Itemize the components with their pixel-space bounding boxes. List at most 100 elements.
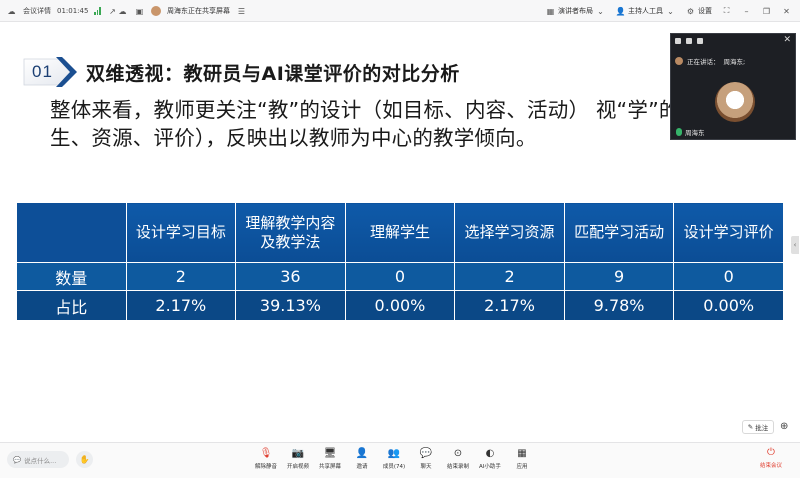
- tool-label: 开启视频: [286, 464, 309, 470]
- chevron-down-icon: ⌄: [597, 6, 604, 16]
- zoom-in-icon[interactable]: ⊕: [780, 421, 788, 432]
- table-cell: 39.13%: [235, 290, 346, 321]
- tool-label: 共享屏幕: [318, 464, 341, 470]
- tile-close-icon[interactable]: ✕: [783, 35, 791, 45]
- fullscreen-icon[interactable]: ⛶: [721, 6, 732, 17]
- annotate-button[interactable]: ✎ 批注: [742, 420, 774, 434]
- table-cell: 9: [563, 262, 675, 291]
- table-header-cell: 理解教学内容及教学法: [235, 202, 346, 263]
- chat-bubble-icon: 💬: [13, 455, 22, 464]
- invite-button[interactable]: 👤 邀请: [346, 447, 378, 477]
- close-icon[interactable]: ✕: [781, 6, 792, 17]
- tool-label: 邀请: [356, 464, 368, 470]
- table-cell: 0.00%: [673, 290, 784, 321]
- chat-icon: 💬: [419, 447, 433, 459]
- speaker-mini-avatar: [675, 57, 683, 65]
- gear-icon: ⚙: [686, 6, 695, 16]
- table-cell: 0: [673, 262, 784, 291]
- camera-off-icon: 📷: [291, 447, 305, 459]
- minimize-icon[interactable]: –: [741, 6, 752, 17]
- sharer-avatar: [151, 6, 161, 16]
- unmute-button[interactable]: 🎙 解除静音: [250, 447, 282, 477]
- raise-hand-button[interactable]: ✋: [76, 451, 93, 468]
- start-video-button[interactable]: 📷 开启视频: [282, 447, 314, 477]
- table-cell: 9.78%: [563, 290, 675, 321]
- network-signal-icon[interactable]: [94, 7, 101, 15]
- record-status-icon[interactable]: ▣: [134, 6, 145, 17]
- share-status-group: ☁ ▣ 周海东正在共享屏幕 ☰: [117, 0, 247, 22]
- pen-icon: ✎: [747, 423, 754, 431]
- host-tools-label: 主持人工具: [628, 7, 663, 15]
- video-tile[interactable]: ✕ 正在讲话： 周海东; 周海东: [670, 33, 796, 140]
- chevron-left-icon: ‹: [793, 241, 797, 249]
- bottom-toolbar: 💬 说点什么... ✋ 🎙 解除静音 📷 开启视频 🖥 共享屏幕 👤 邀请 👥 成员(74)…: [0, 442, 800, 478]
- tile-list-icon[interactable]: [697, 38, 703, 44]
- slide-number: 01: [32, 62, 53, 81]
- tool-label: 结束录制: [446, 464, 469, 470]
- invite-icon: 👤: [355, 447, 369, 459]
- side-panel-toggle[interactable]: ‹: [791, 236, 799, 254]
- end-meeting-button[interactable]: ⏻ 结束会议: [760, 447, 782, 469]
- chat-placeholder: 说点什么...: [24, 456, 57, 465]
- table-cell: 2: [454, 262, 565, 291]
- comparison-table: 设计学习目标 理解教学内容及教学法 理解学生 选择学习资源 匹配学习活动 设计学…: [16, 202, 784, 321]
- members-button[interactable]: 👥 成员(74): [378, 447, 410, 477]
- slide-title: 双维透视：教研员与AI课堂评价的对比分析: [86, 62, 460, 85]
- tile-layout-icon[interactable]: [686, 38, 692, 44]
- apps-icon: ▦: [517, 447, 527, 459]
- exit-icon: ⏻: [767, 447, 775, 458]
- table-header-cell: 设计学习目标: [125, 202, 237, 263]
- slide-title-group: 01 双维透视：教研员与AI课堂评价的对比分析: [20, 52, 460, 92]
- table-cell: 2.17%: [125, 290, 237, 321]
- stop-recording-button[interactable]: ⊙ 结束录制: [442, 447, 474, 477]
- row-label-percent: 占比: [16, 290, 127, 321]
- meeting-details-icon[interactable]: ☁: [6, 6, 17, 17]
- tool-label: 成员(74): [382, 464, 406, 470]
- cloud-icon[interactable]: ☁: [117, 6, 128, 17]
- layout-label: 演讲者布局: [558, 7, 593, 15]
- top-toolbar: ☁ 会议详情 01:01:45 ↗ ☁ ▣ 周海东正在共享屏幕 ☰ ▦ 演讲者布局…: [0, 0, 800, 22]
- meeting-details-link[interactable]: 会议详情: [23, 6, 51, 16]
- tool-label: 应用: [516, 464, 528, 470]
- chat-button[interactable]: 💬 聊天: [410, 447, 442, 477]
- meeting-timer: 01:01:45: [57, 7, 89, 15]
- tile-minimize-icon[interactable]: [675, 38, 681, 44]
- participant-avatar: [715, 82, 755, 122]
- settings-label: 设置: [698, 7, 712, 15]
- chat-quick-input[interactable]: 💬 说点什么...: [7, 451, 69, 468]
- table-header-cell: 匹配学习活动: [563, 202, 675, 263]
- layout-button[interactable]: ▦ 演讲者布局 ⌄: [545, 6, 606, 17]
- speaking-label: 正在讲话：: [687, 58, 720, 66]
- settings-button[interactable]: ⚙ 设置: [685, 6, 712, 17]
- members-icon: 👥: [387, 447, 401, 459]
- speaking-name: 周海东;: [723, 58, 746, 66]
- host-tools-button[interactable]: 👤 主持人工具 ⌄: [615, 6, 676, 17]
- restore-icon[interactable]: ❐: [761, 6, 772, 17]
- share-screen-icon: 🖥: [323, 447, 337, 459]
- share-menu-icon[interactable]: ☰: [236, 6, 247, 17]
- row-label-count: 数量: [16, 262, 127, 291]
- window-controls-group: ▦ 演讲者布局 ⌄ 👤 主持人工具 ⌄ ⚙ 设置 ⛶ – ❐ ✕: [545, 0, 792, 22]
- table-row: 占比 2.17% 39.13% 0.00% 2.17% 9.78% 0.00%: [16, 290, 784, 321]
- chevron-down-icon: ⌄: [667, 6, 674, 16]
- table-cell: 2: [125, 262, 237, 291]
- table-cell: 36: [235, 262, 346, 291]
- table-cell: 0.00%: [344, 290, 456, 321]
- meeting-info-group: ☁ 会议详情 01:01:45 ↗: [6, 0, 118, 22]
- speaking-indicator: 正在讲话： 周海东;: [675, 56, 745, 66]
- share-status-text: 周海东正在共享屏幕: [167, 7, 230, 15]
- table-row: 数量 2 36 0 2 9 0: [16, 262, 784, 291]
- annotate-label: 批注: [755, 424, 769, 432]
- slide-summary: 整体来看，教师更关注“教”的设计（如目标、内容、活动） 视“学”的维度（学生、资…: [50, 98, 763, 150]
- end-meeting-label: 结束会议: [760, 463, 783, 469]
- table-header-row: 设计学习目标 理解教学内容及教学法 理解学生 选择学习资源 匹配学习活动 设计学…: [16, 202, 784, 263]
- ai-assistant-button[interactable]: ◐ AI小助手: [474, 447, 506, 477]
- slide-number-badge: 01: [20, 53, 82, 91]
- record-icon: ⊙: [453, 447, 463, 459]
- apps-button[interactable]: ▦ 应用: [506, 447, 538, 477]
- table-header-cell: 设计学习评价: [673, 202, 784, 263]
- share-screen-button[interactable]: 🖥 共享屏幕: [314, 447, 346, 477]
- mic-muted-icon: 🎙: [259, 447, 273, 459]
- video-tile-toolbar: ✕: [671, 34, 795, 48]
- table-cell: 0: [344, 262, 456, 291]
